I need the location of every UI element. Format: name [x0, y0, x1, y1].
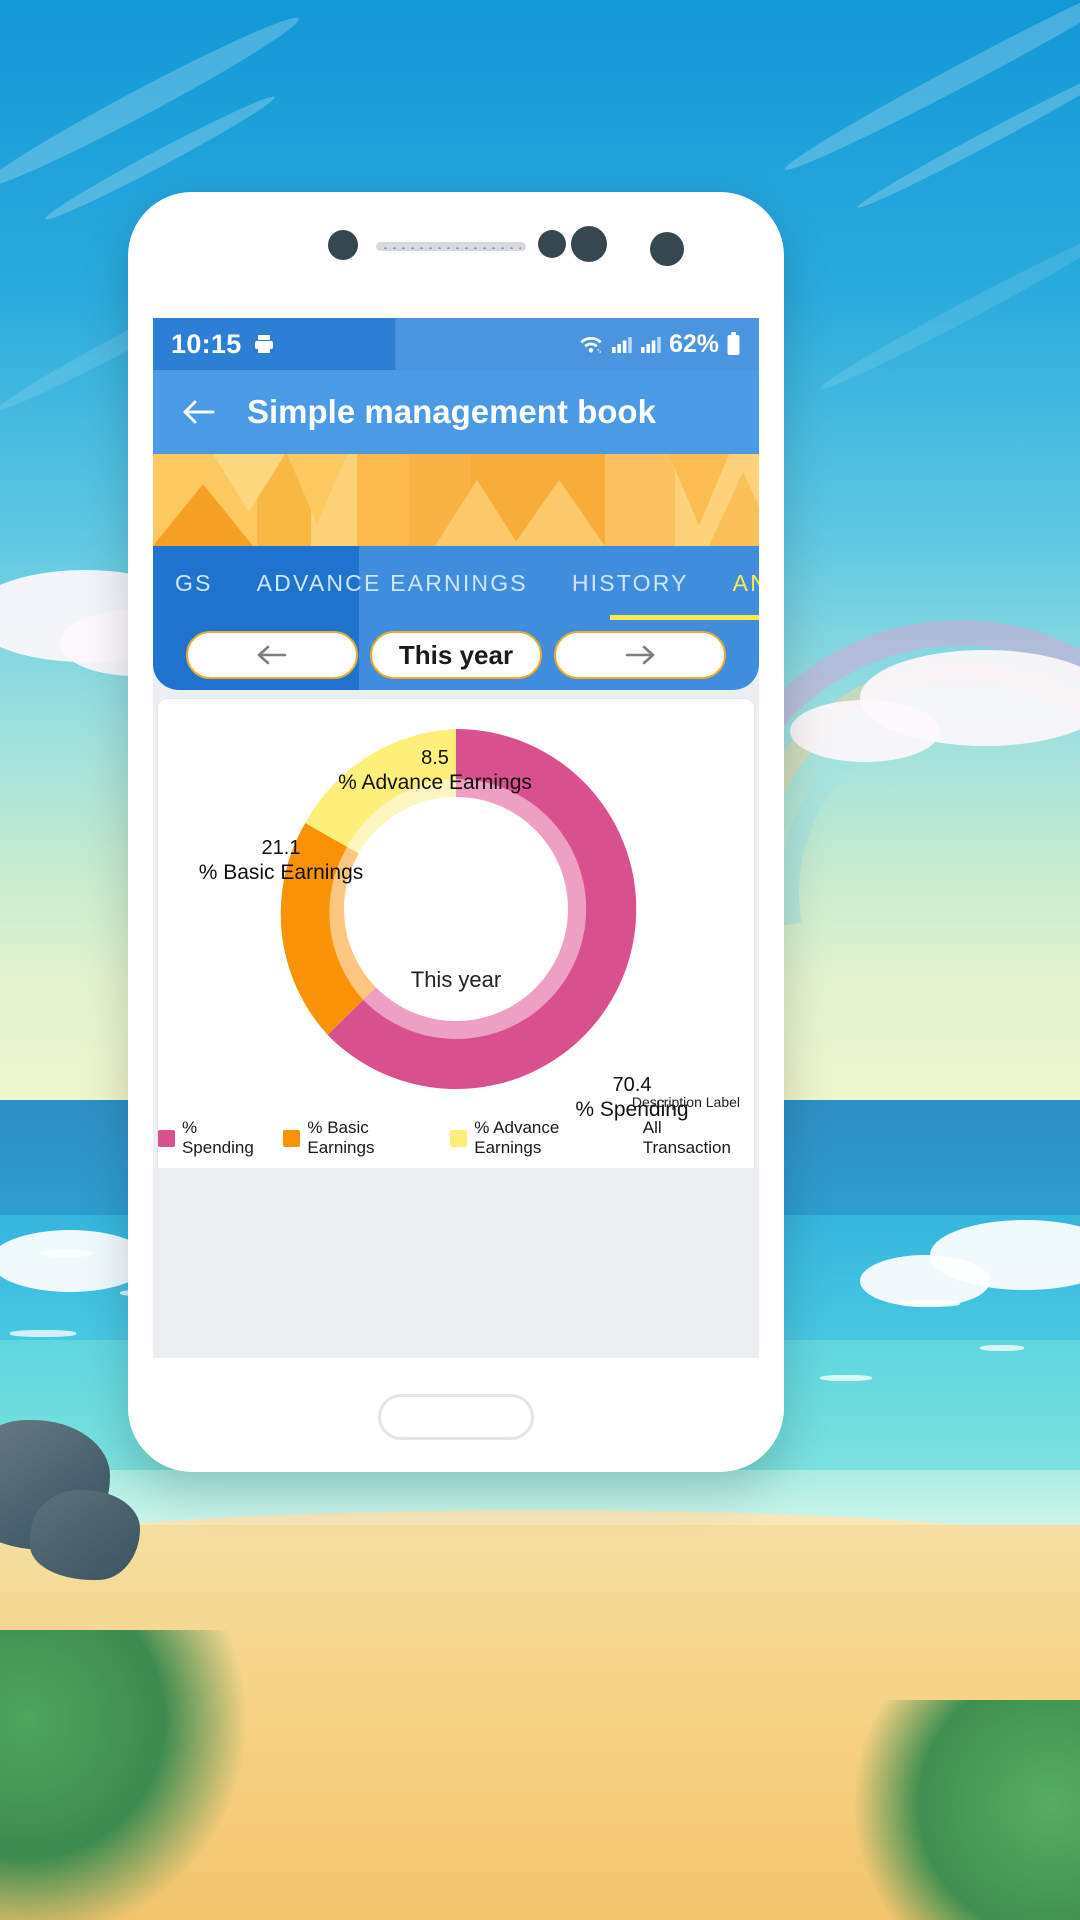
legend-all-transaction-label: All Transaction	[642, 1118, 731, 1157]
status-time: 10:15	[171, 328, 242, 359]
water-sparkle	[900, 1300, 960, 1307]
next-period-button[interactable]	[554, 631, 726, 679]
decorative-banner	[153, 454, 759, 546]
slice-value-basic-earnings: 21.1	[261, 837, 301, 859]
printer-icon	[252, 332, 276, 356]
phone-screen: 10:15 62% Simple management book GS ADVA…	[153, 318, 759, 1358]
slice-value-advance-earnings: 8.5	[421, 747, 449, 769]
earpiece-speaker	[376, 242, 526, 251]
current-period-button[interactable]: This year	[370, 631, 542, 679]
home-indicator-button[interactable]	[378, 1394, 534, 1440]
front-camera-icon	[328, 230, 358, 260]
secondary-camera-icon	[650, 232, 684, 266]
tab-analytics[interactable]: ANALYTICS	[711, 546, 759, 620]
arrow-left-icon	[253, 642, 291, 668]
back-arrow-icon[interactable]	[179, 396, 219, 428]
foliage	[0, 1630, 250, 1920]
cloud	[790, 700, 940, 762]
signal-icon-1	[611, 333, 633, 355]
legend-label-spending: % Spending	[181, 1118, 254, 1157]
battery-percent-label: 62%	[668, 329, 719, 358]
status-bar-left: 10:15	[171, 329, 276, 360]
app-bar: Simple management book	[153, 370, 759, 454]
description-label: Description Label	[631, 1094, 740, 1110]
chart-legend: % Spending % Basic Earnings % Advance Ea…	[158, 1118, 754, 1158]
wifi-icon	[578, 333, 604, 355]
proximity-sensor-icon	[538, 230, 566, 258]
water-sparkle	[40, 1250, 94, 1257]
phone-top-hardware	[128, 224, 784, 266]
page-title: Simple management book	[247, 393, 656, 430]
signal-icon-2	[640, 333, 662, 355]
tab-advance-earnings[interactable]: ADVANCE EARNINGS	[235, 546, 550, 620]
slice-name-basic-earnings: % Basic Earnings	[198, 860, 364, 884]
tab-earnings[interactable]: GS	[153, 546, 235, 620]
water-sparkle	[820, 1375, 872, 1381]
period-selector: This year	[153, 620, 759, 690]
legend-label-advance-earnings: % Advance Earnings	[474, 1118, 560, 1157]
arrow-right-icon	[621, 642, 659, 668]
tab-history[interactable]: HISTORY	[550, 546, 711, 620]
tab-active-indicator	[610, 615, 759, 620]
slice-label-basic-earnings: 21.1 % Basic Earnings	[176, 837, 386, 885]
legend-item-advance-earnings[interactable]: % Advance Earnings	[450, 1118, 630, 1158]
light-sensor-icon	[571, 226, 607, 262]
water-sparkle	[10, 1330, 76, 1337]
phone-mockup: 10:15 62% Simple management book GS ADVA…	[128, 192, 784, 1472]
legend-swatch-advance-earnings	[450, 1129, 468, 1147]
water-sparkle	[980, 1345, 1024, 1351]
legend-label-basic-earnings: % Basic Earnings	[307, 1118, 375, 1157]
legend-swatch-spending	[158, 1129, 175, 1147]
status-bar: 10:15 62%	[153, 318, 759, 370]
slice-label-advance-earnings: 8.5 % Advance Earnings	[330, 747, 540, 795]
status-bar-right: 62%	[578, 330, 741, 359]
slice-name-advance-earnings: % Advance Earnings	[338, 770, 532, 794]
legend-item-basic-earnings[interactable]: % Basic Earnings	[283, 1118, 440, 1158]
rock	[30, 1490, 140, 1580]
legend-item-spending[interactable]: % Spending	[158, 1118, 273, 1158]
foliage	[840, 1700, 1080, 1920]
previous-period-button[interactable]	[186, 631, 358, 679]
tab-bar: GS ADVANCE EARNINGS HISTORY ANALYTICS	[153, 546, 759, 620]
legend-swatch-basic-earnings	[283, 1129, 301, 1147]
analytics-chart-card: 8.5 % Advance Earnings 21.1 % Basic Earn…	[157, 698, 755, 1168]
current-period-label: This year	[398, 639, 514, 670]
donut-center-label: This year	[410, 967, 502, 992]
battery-icon	[726, 332, 741, 356]
